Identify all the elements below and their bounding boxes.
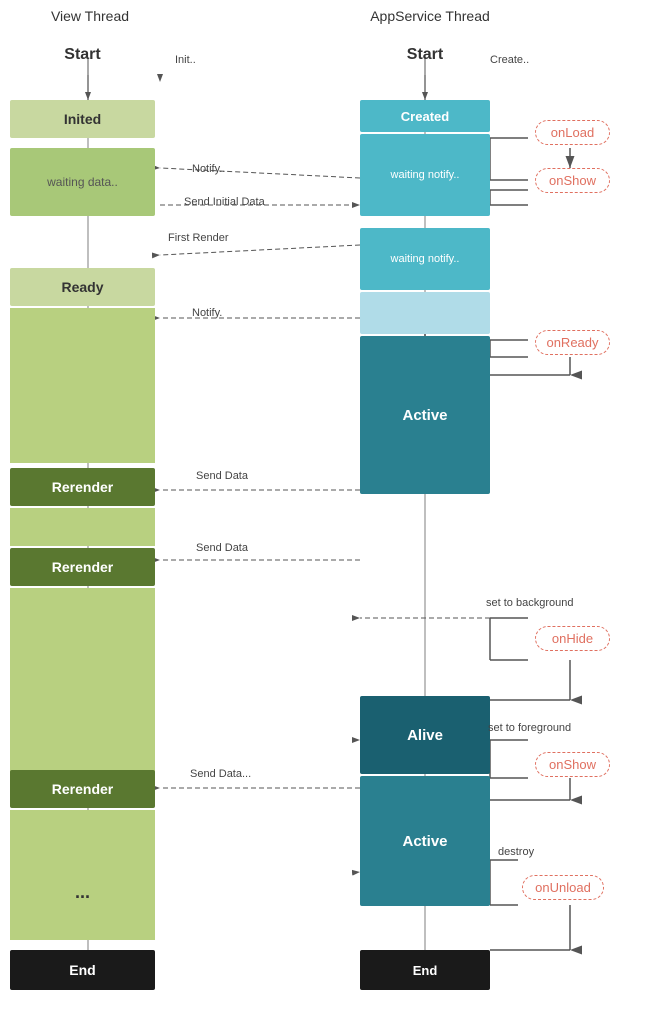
as-end: End (360, 950, 490, 990)
as-created: Created (360, 100, 490, 132)
as-start: Start (360, 40, 490, 70)
view-waiting-data: waiting data.. (10, 148, 155, 216)
label-init: Init.. (175, 54, 196, 66)
view-large-green (10, 588, 155, 783)
view-start: Start (10, 40, 155, 70)
label-first-render: First Render (168, 232, 229, 244)
view-dots: ... (10, 875, 155, 910)
label-notify-2: Notify. (192, 307, 222, 319)
callback-onshow-2: onShow (535, 752, 610, 777)
callback-onload: onLoad (535, 120, 610, 145)
label-notify-1: Notify.. (192, 163, 225, 175)
as-active-1: Active (360, 336, 490, 494)
view-thread-header: View Thread (10, 8, 170, 24)
as-active-2: Active (360, 776, 490, 906)
view-end: End (10, 950, 155, 990)
view-rerender-2: Rerender (10, 548, 155, 586)
as-waiting-notify-2: waiting notify.. (360, 228, 490, 290)
view-between-rerenders (10, 508, 155, 546)
callback-onhide: onHide (535, 626, 610, 651)
label-set-background: set to background (486, 597, 573, 609)
view-inited: Inited (10, 100, 155, 138)
callback-onunload: onUnload (522, 875, 604, 900)
view-rerender-3: Rerender (10, 770, 155, 808)
label-send-initial-data: Send Initial Data (184, 196, 265, 208)
callback-onready: onReady (535, 330, 610, 355)
view-active-area (10, 308, 155, 463)
label-send-data-1: Send Data (196, 470, 248, 482)
as-waiting-notify-1: waiting notify.. (360, 134, 490, 216)
appservice-thread-header: AppService Thread (340, 8, 520, 24)
view-rerender-1: Rerender (10, 468, 155, 506)
label-send-data-2: Send Data (196, 542, 248, 554)
label-create: Create.. (490, 54, 529, 66)
label-destroy: destroy (498, 846, 534, 858)
as-alive: Alive (360, 696, 490, 774)
label-set-foreground: set to foreground (488, 722, 571, 734)
as-light-blue (360, 292, 490, 334)
callback-onshow-1: onShow (535, 168, 610, 193)
view-ready: Ready (10, 268, 155, 306)
diagram-container: View Thread AppService Thread Start Init… (0, 0, 662, 1014)
label-send-data-3: Send Data... (190, 768, 251, 780)
